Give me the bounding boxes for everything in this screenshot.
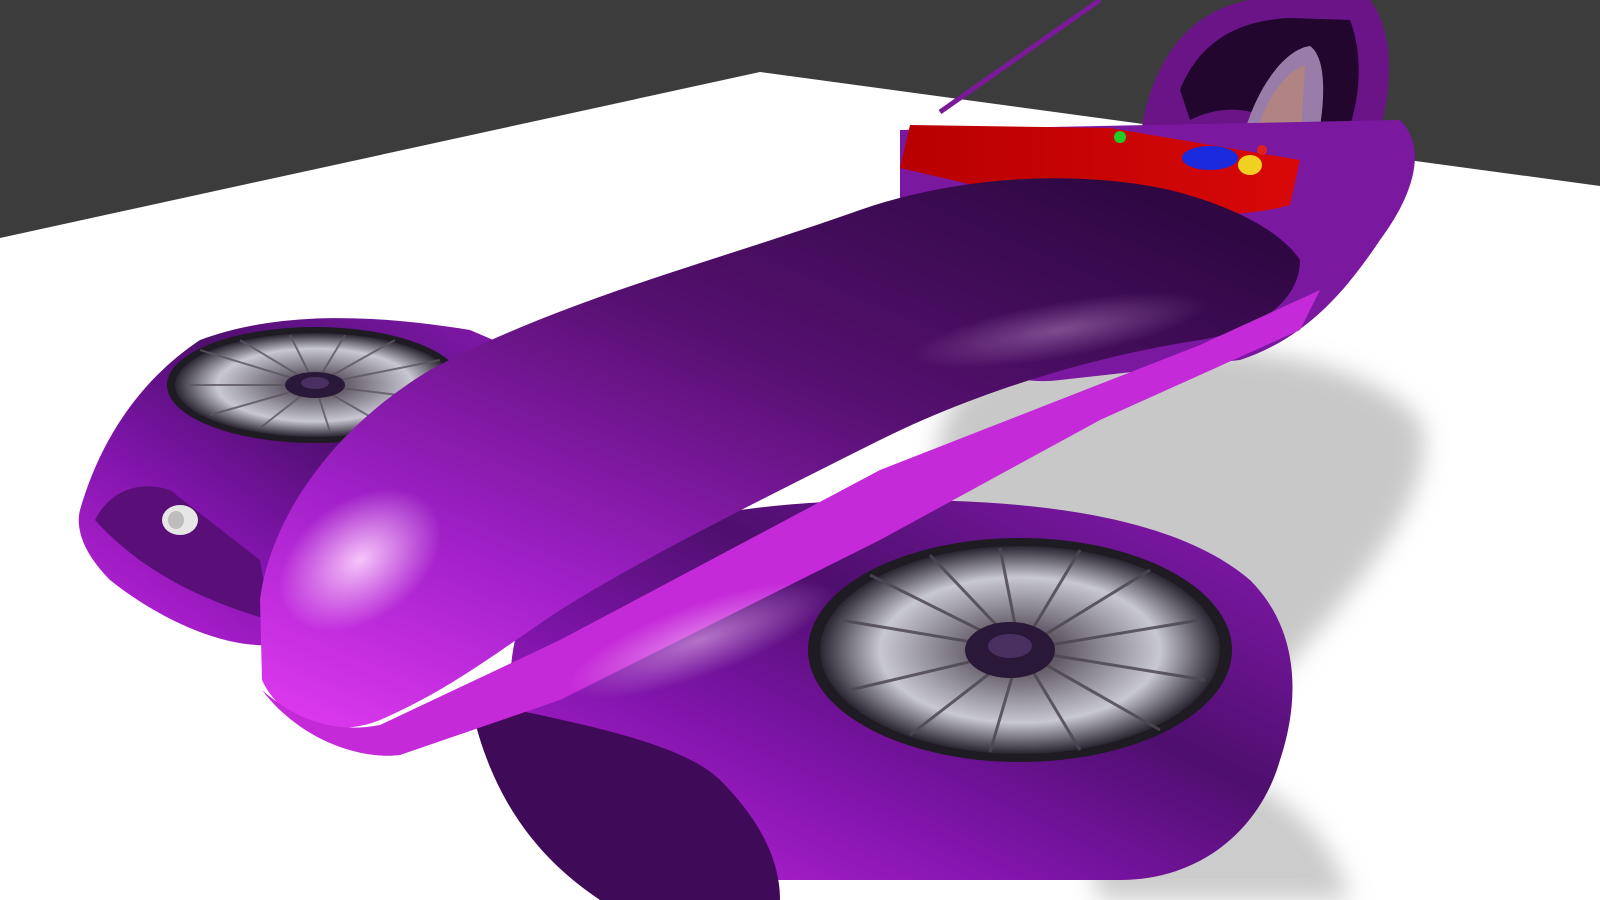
render-viewport bbox=[0, 0, 1600, 900]
landing-gear-wheel bbox=[162, 505, 198, 535]
render-canvas bbox=[0, 0, 1600, 900]
rear-right-fan-icon bbox=[808, 538, 1232, 762]
